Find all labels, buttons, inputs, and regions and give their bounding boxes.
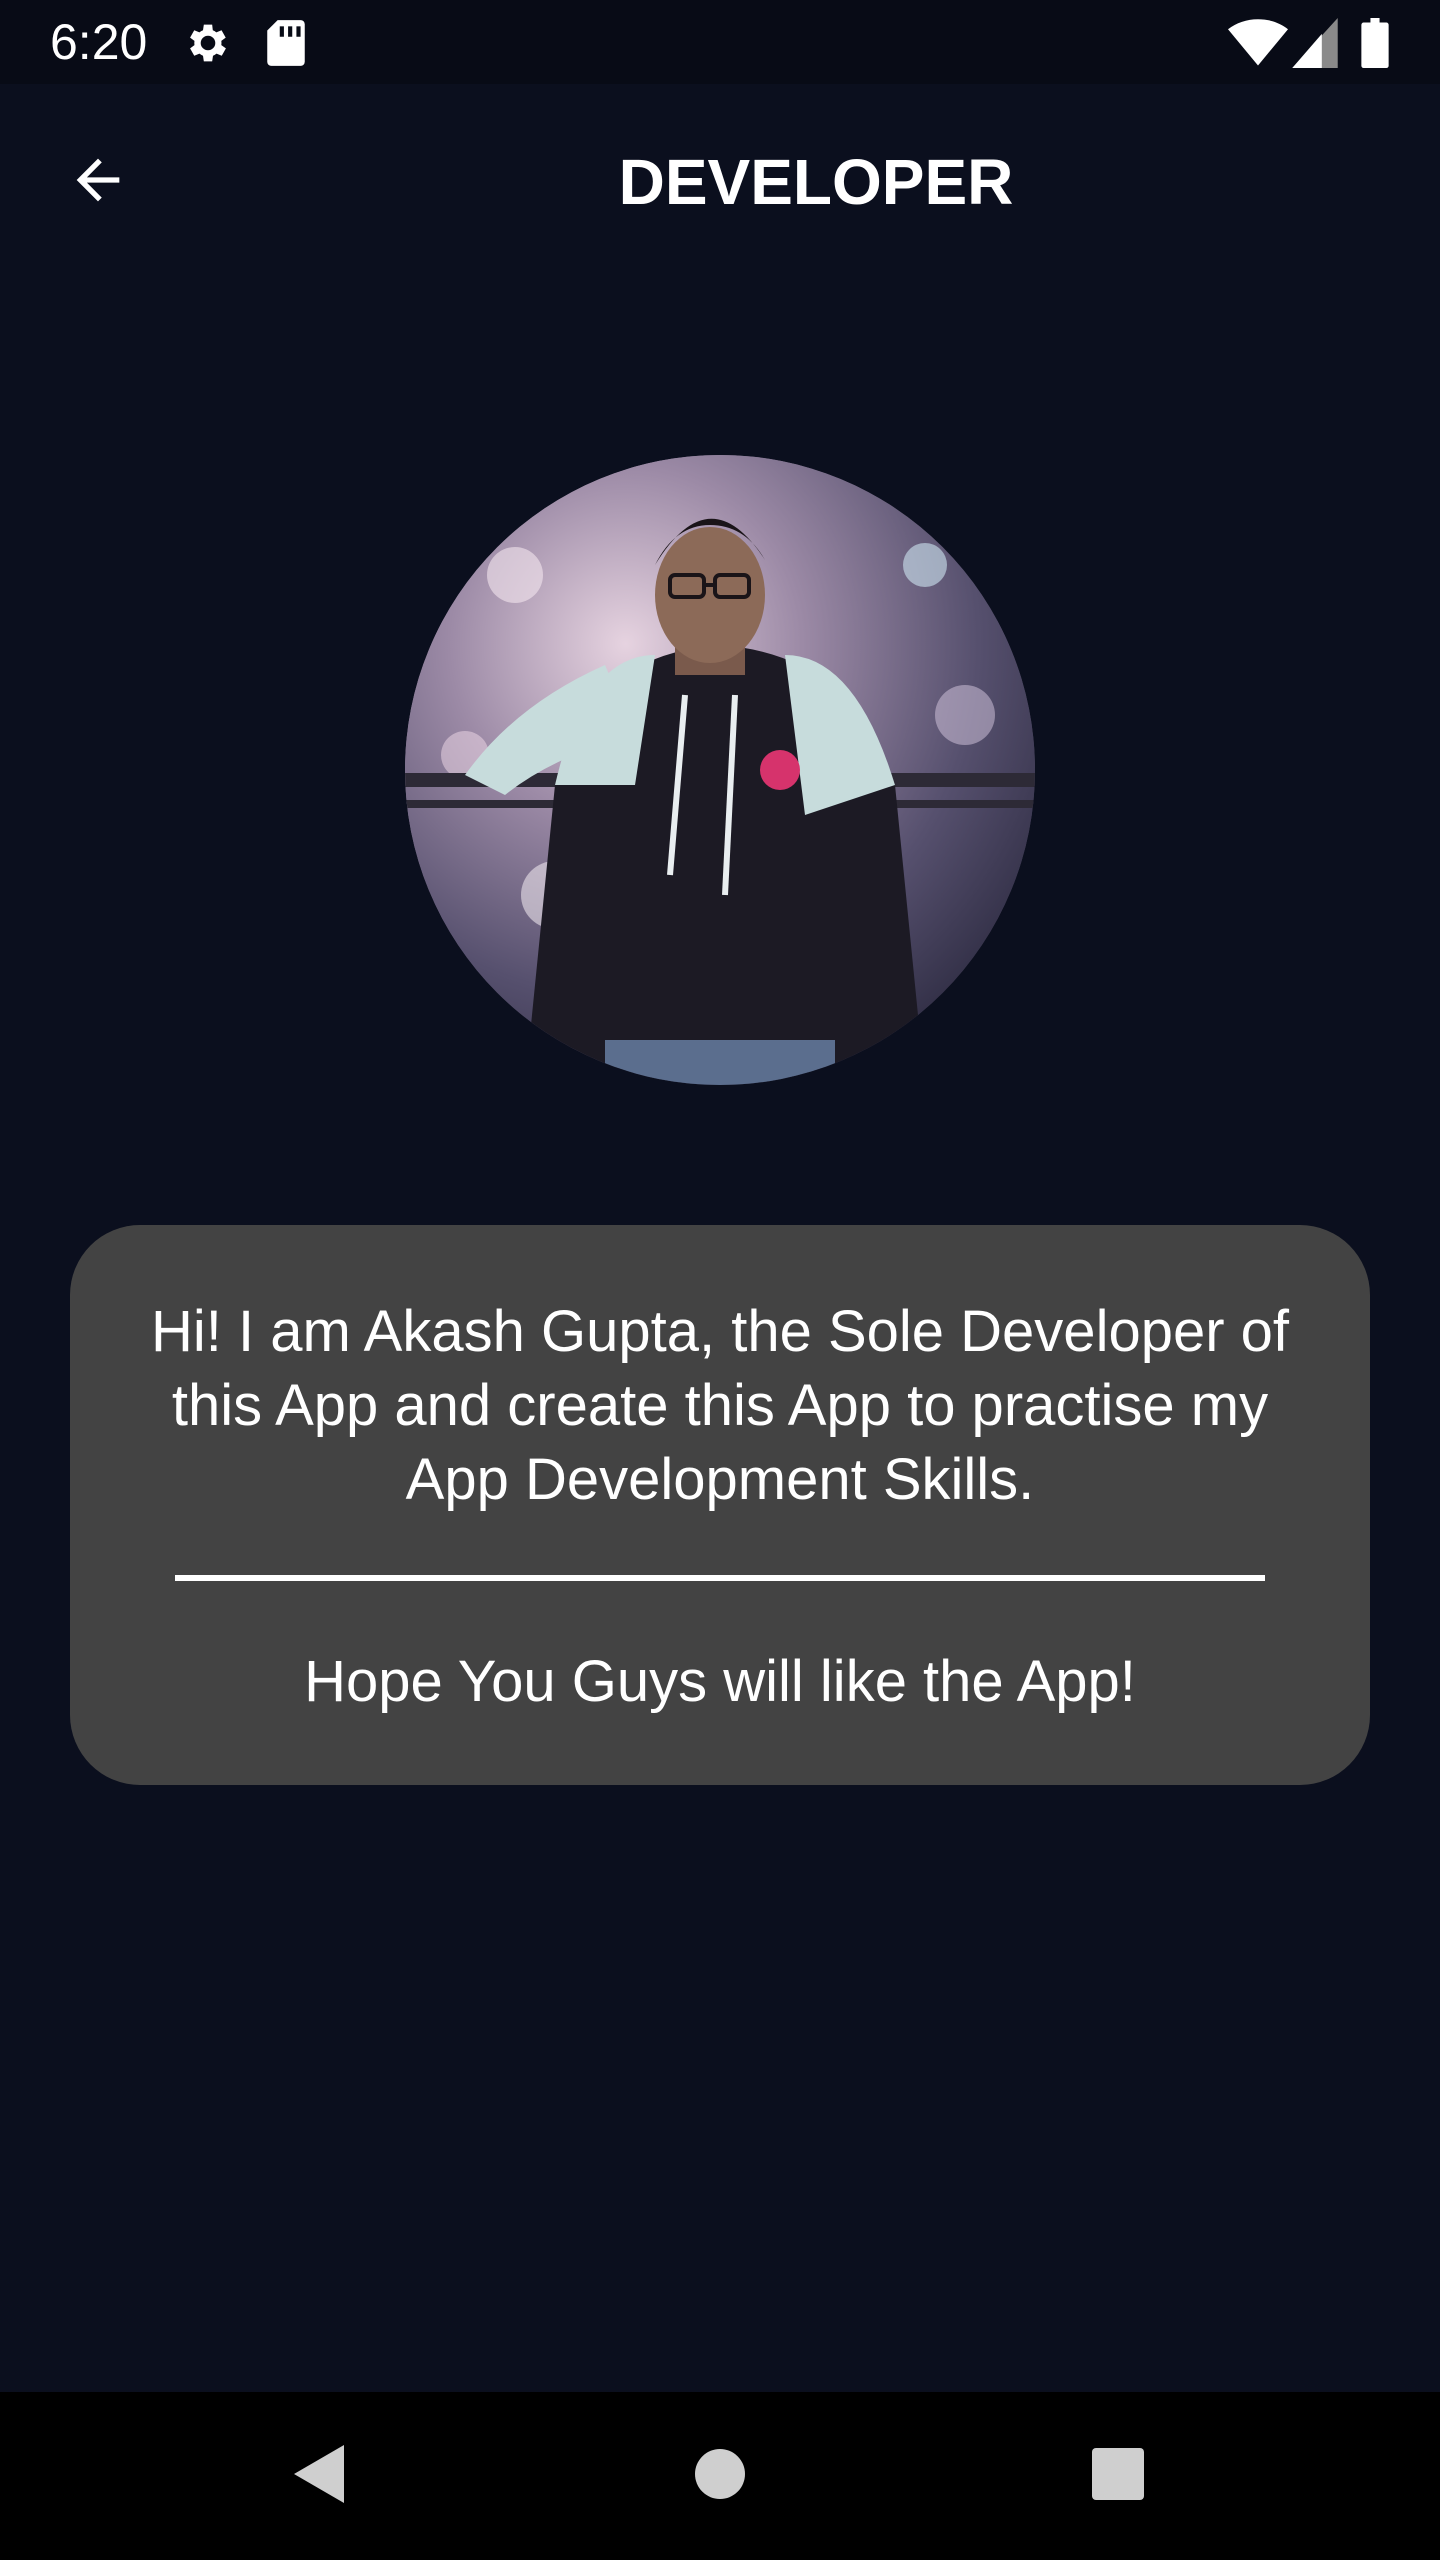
divider <box>175 1575 1265 1581</box>
nav-back-button[interactable] <box>276 2434 360 2518</box>
outro-text: Hope You Guys will like the App! <box>304 1649 1136 1714</box>
gear-icon <box>183 18 233 73</box>
nav-back-icon <box>288 2441 348 2512</box>
nav-home-button[interactable] <box>678 2434 762 2518</box>
status-bar: 6:20 <box>0 0 1440 84</box>
intro-text: Hi! I am Akash Gupta, the Sole Developer… <box>150 1299 1290 1512</box>
developer-screen: 6:20 DEVELOPER Hi! I am Akash Gupta, the… <box>0 0 1440 2560</box>
nav-recents-icon <box>1090 2446 1146 2507</box>
status-time: 6:20 <box>50 14 148 70</box>
app-bar: DEVELOPER <box>0 84 1440 280</box>
battery-icon <box>1360 18 1390 73</box>
developer-photo <box>405 455 1035 1085</box>
system-nav-bar <box>0 2392 1440 2560</box>
sd-card-icon <box>265 18 307 73</box>
nav-recents-button[interactable] <box>1076 2434 1160 2518</box>
wifi-icon <box>1228 18 1288 73</box>
nav-home-icon <box>693 2447 747 2506</box>
developer-info-card: Hi! I am Akash Gupta, the Sole Developer… <box>70 1225 1370 1785</box>
app-title: DEVELOPER <box>618 146 1014 218</box>
developer-avatar <box>405 455 1035 1085</box>
app-title-wrap: DEVELOPER <box>0 144 1440 220</box>
signal-icon <box>1292 18 1338 73</box>
